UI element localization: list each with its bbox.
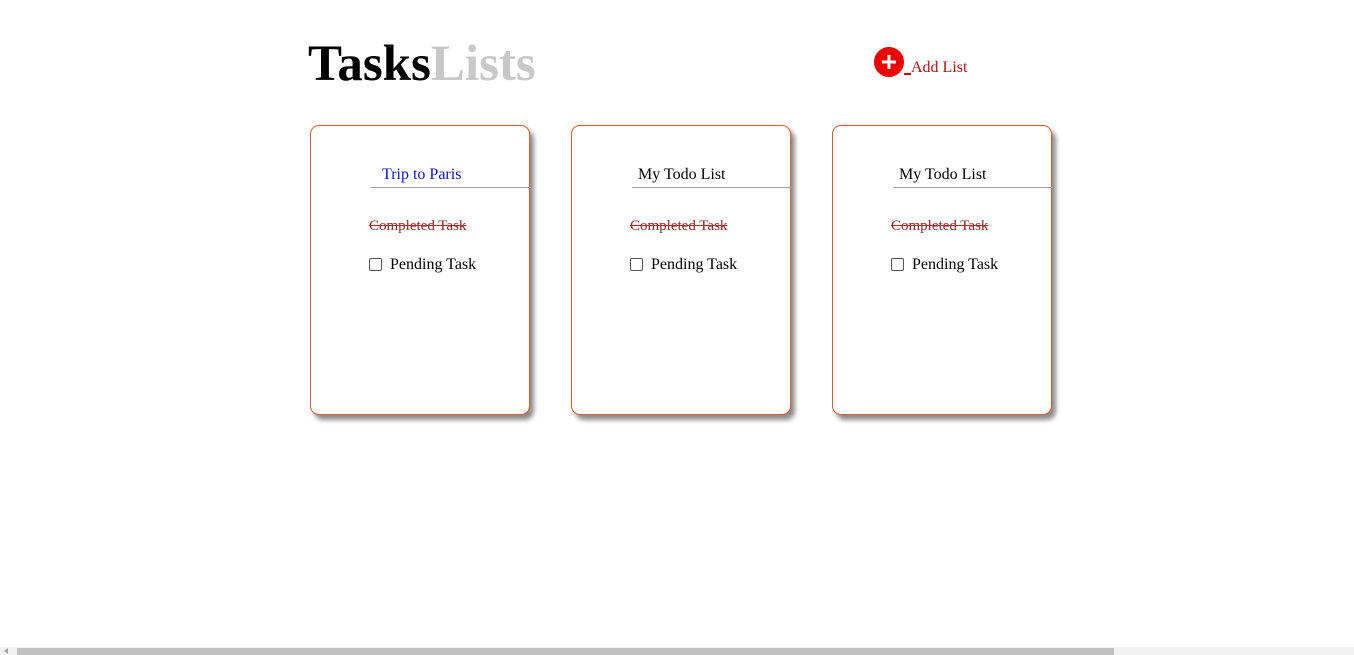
list-title-input[interactable] [632,162,792,188]
app-page: TasksLists Add List Completed Task Pendi… [0,0,1354,655]
task-checkbox[interactable] [891,257,904,271]
add-list-button[interactable]: Add List [874,47,967,77]
pending-task-label: Pending Task [651,256,738,273]
lists-container: Completed Task Pending Task Completed Ta… [310,125,1093,415]
list-card: Completed Task Pending Task [310,125,531,415]
page-title-lists: Lists [430,36,536,92]
plus-circle-icon[interactable] [874,47,904,77]
scroll-left-arrow-icon[interactable] [4,648,8,654]
scrollbar-thumb[interactable] [17,648,1114,655]
list-title-input[interactable] [371,162,531,188]
list-card: Completed Task Pending Task [571,125,792,415]
pending-task-label: Pending Task [390,256,477,273]
pending-task-label: Pending Task [912,256,999,273]
task-checkbox[interactable] [369,257,382,271]
horizontal-scrollbar[interactable] [0,647,1354,655]
list-card: Completed Task Pending Task [832,125,1053,415]
add-list-label[interactable]: Add List [911,59,967,77]
completed-task[interactable]: Completed Task [630,218,727,235]
pending-task[interactable]: Pending Task [369,256,476,274]
list-title-input[interactable] [893,162,1053,188]
add-list-underline [904,73,911,75]
completed-task[interactable]: Completed Task [369,218,466,235]
page-title-tasks: Tasks [308,36,431,92]
page-title: TasksLists [308,34,536,94]
task-checkbox[interactable] [630,257,643,271]
pending-task[interactable]: Pending Task [630,256,737,274]
pending-task[interactable]: Pending Task [891,256,998,274]
completed-task[interactable]: Completed Task [891,218,988,235]
